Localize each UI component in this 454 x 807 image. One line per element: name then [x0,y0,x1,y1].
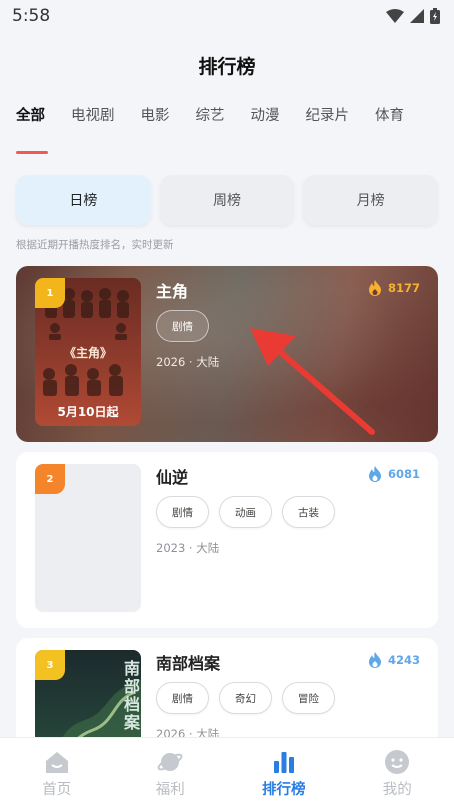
genre-tag[interactable]: 剧情 [156,310,209,342]
heat-score: 6081 [368,466,420,482]
wifi-icon [386,9,404,23]
genre-tag[interactable]: 剧情 [156,496,209,528]
planet-icon [157,753,183,771]
face-icon [385,750,410,774]
bottom-nav: 首页 福利 排行榜 我的 [0,737,454,807]
period-tabs: 日榜 周榜 月榜 [16,175,439,225]
rank-badge: 3 [35,650,65,680]
nav-label: 排行榜 [262,782,306,798]
nav-label: 我的 [382,782,412,798]
tab-monthly[interactable]: 月榜 [303,175,439,225]
poster-title: 南部档案 [121,660,140,732]
nav-welfare[interactable]: 福利 [114,738,228,807]
genre-tag[interactable]: 冒险 [282,682,335,714]
rank-badge: 2 [35,464,65,494]
genre-tag[interactable]: 古装 [282,496,335,528]
home-icon [45,752,68,773]
tab-weekly[interactable]: 周榜 [159,175,295,225]
battery-icon [430,8,440,24]
tab-documentary[interactable]: 纪录片 [306,104,350,132]
tab-sports[interactable]: 体育 [375,104,404,132]
genre-tag[interactable]: 剧情 [156,682,209,714]
nav-profile[interactable]: 我的 [341,738,454,807]
flame-icon [368,652,381,668]
poster-title: 《主角》 [63,346,112,360]
poster-image: 《主角》 5月10日起 1 [35,278,141,426]
flame-icon [368,280,381,296]
tab-variety[interactable]: 综艺 [196,104,225,132]
nav-ranking[interactable]: 排行榜 [227,738,341,807]
ranking-item[interactable]: 《主角》 5月10日起 1 主角 8177 剧情 2026 · 大陆 [16,266,438,442]
category-tabs: 全部 电视剧 电影 综艺 动漫 纪录片 体育 [16,104,454,132]
nav-label: 首页 [42,782,72,798]
tab-anime[interactable]: 动漫 [251,104,280,132]
poster-date: 5月10日起 [57,405,119,419]
tab-all[interactable]: 全部 [16,104,45,132]
tag-list: 剧情 动画 古装 [156,496,335,528]
status-icons [386,8,440,24]
heat-value: 6081 [387,467,420,481]
heat-score: 8177 [368,280,420,296]
signal-icon [410,9,424,23]
status-bar: 5:58 [0,0,454,32]
ranking-hint: 根据近期开播热度排名，实时更新 [16,239,174,251]
tab-tv[interactable]: 电视剧 [71,104,115,132]
item-meta: 2026 · 大陆 [156,355,220,369]
nav-home[interactable]: 首页 [0,738,114,807]
poster-image: 2 [35,464,141,612]
tag-list: 剧情 [156,310,209,342]
heat-value: 8177 [387,281,420,295]
heat-value: 4243 [387,653,420,667]
tab-daily[interactable]: 日榜 [16,175,151,225]
genre-tag[interactable]: 动画 [219,496,272,528]
bar-chart-icon [273,752,294,773]
status-time: 5:58 [12,6,51,26]
ranking-item[interactable]: 2 仙逆 6081 剧情 动画 古装 2023 · 大陆 [16,452,438,628]
active-tab-underline [16,151,48,154]
page-title: 排行榜 [198,56,256,78]
flame-icon [368,466,381,482]
heat-score: 4243 [368,652,420,668]
item-meta: 2023 · 大陆 [156,541,220,555]
genre-tag[interactable]: 奇幻 [219,682,272,714]
rank-badge: 1 [35,278,65,308]
nav-label: 福利 [155,782,185,798]
tab-movie[interactable]: 电影 [141,104,170,132]
tag-list: 剧情 奇幻 冒险 [156,682,335,714]
